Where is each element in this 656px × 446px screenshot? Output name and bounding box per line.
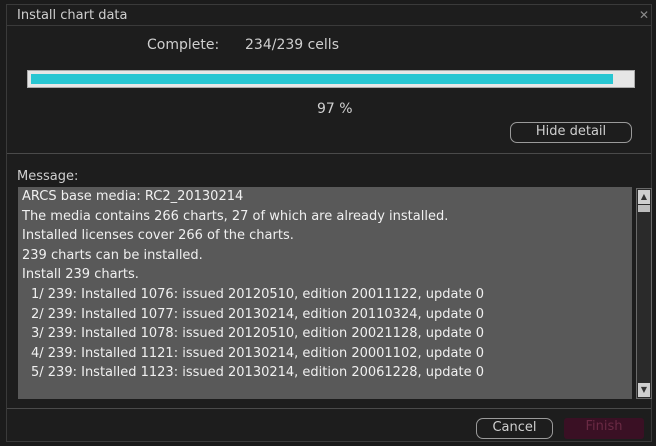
message-label: Message: bbox=[17, 169, 79, 184]
message-line: 5/ 239: Installed 1123: issued 20130214,… bbox=[31, 365, 484, 381]
title-bar: Install chart data ✕ bbox=[7, 5, 651, 26]
message-scrollbar[interactable]: ▲ ▼ bbox=[636, 188, 652, 399]
close-icon[interactable]: ✕ bbox=[639, 8, 649, 22]
divider bbox=[7, 153, 651, 154]
progress-percent: 97 % bbox=[317, 101, 353, 117]
finish-button[interactable]: Finish bbox=[564, 418, 644, 439]
complete-label: Complete: bbox=[147, 37, 220, 53]
message-line: ARCS base media: RC2_20130214 bbox=[22, 189, 244, 204]
hide-detail-button[interactable]: Hide detail bbox=[510, 122, 632, 143]
message-line: Installed licenses cover 266 of the char… bbox=[22, 228, 294, 244]
message-line: 239 charts can be installed. bbox=[22, 247, 203, 263]
message-line: 3/ 239: Installed 1078: issued 20120510,… bbox=[31, 326, 484, 342]
message-line: Install 239 charts. bbox=[22, 267, 139, 283]
scroll-thumb[interactable] bbox=[638, 205, 650, 212]
message-line: The media contains 266 charts, 27 of whi… bbox=[22, 208, 449, 224]
message-line: 4/ 239: Installed 1121: issued 20130214,… bbox=[31, 345, 484, 361]
message-log[interactable]: ARCS base media: RC2_20130214 The media … bbox=[18, 187, 632, 399]
scroll-up-arrow-icon[interactable]: ▲ bbox=[638, 190, 650, 204]
cancel-button[interactable]: Cancel bbox=[476, 418, 553, 439]
progress-bar bbox=[27, 70, 635, 88]
install-chart-data-dialog: Install chart data ✕ Complete: 234/239 c… bbox=[6, 4, 652, 442]
dialog-title: Install chart data bbox=[17, 8, 128, 23]
divider bbox=[7, 408, 651, 409]
message-line: 1/ 239: Installed 1076: issued 20120510,… bbox=[31, 286, 484, 302]
message-line: 2/ 239: Installed 1077: issued 20130214,… bbox=[31, 306, 484, 322]
scroll-down-arrow-icon[interactable]: ▼ bbox=[638, 383, 650, 397]
complete-value: 234/239 cells bbox=[245, 37, 339, 53]
progress-bar-fill bbox=[31, 74, 613, 84]
